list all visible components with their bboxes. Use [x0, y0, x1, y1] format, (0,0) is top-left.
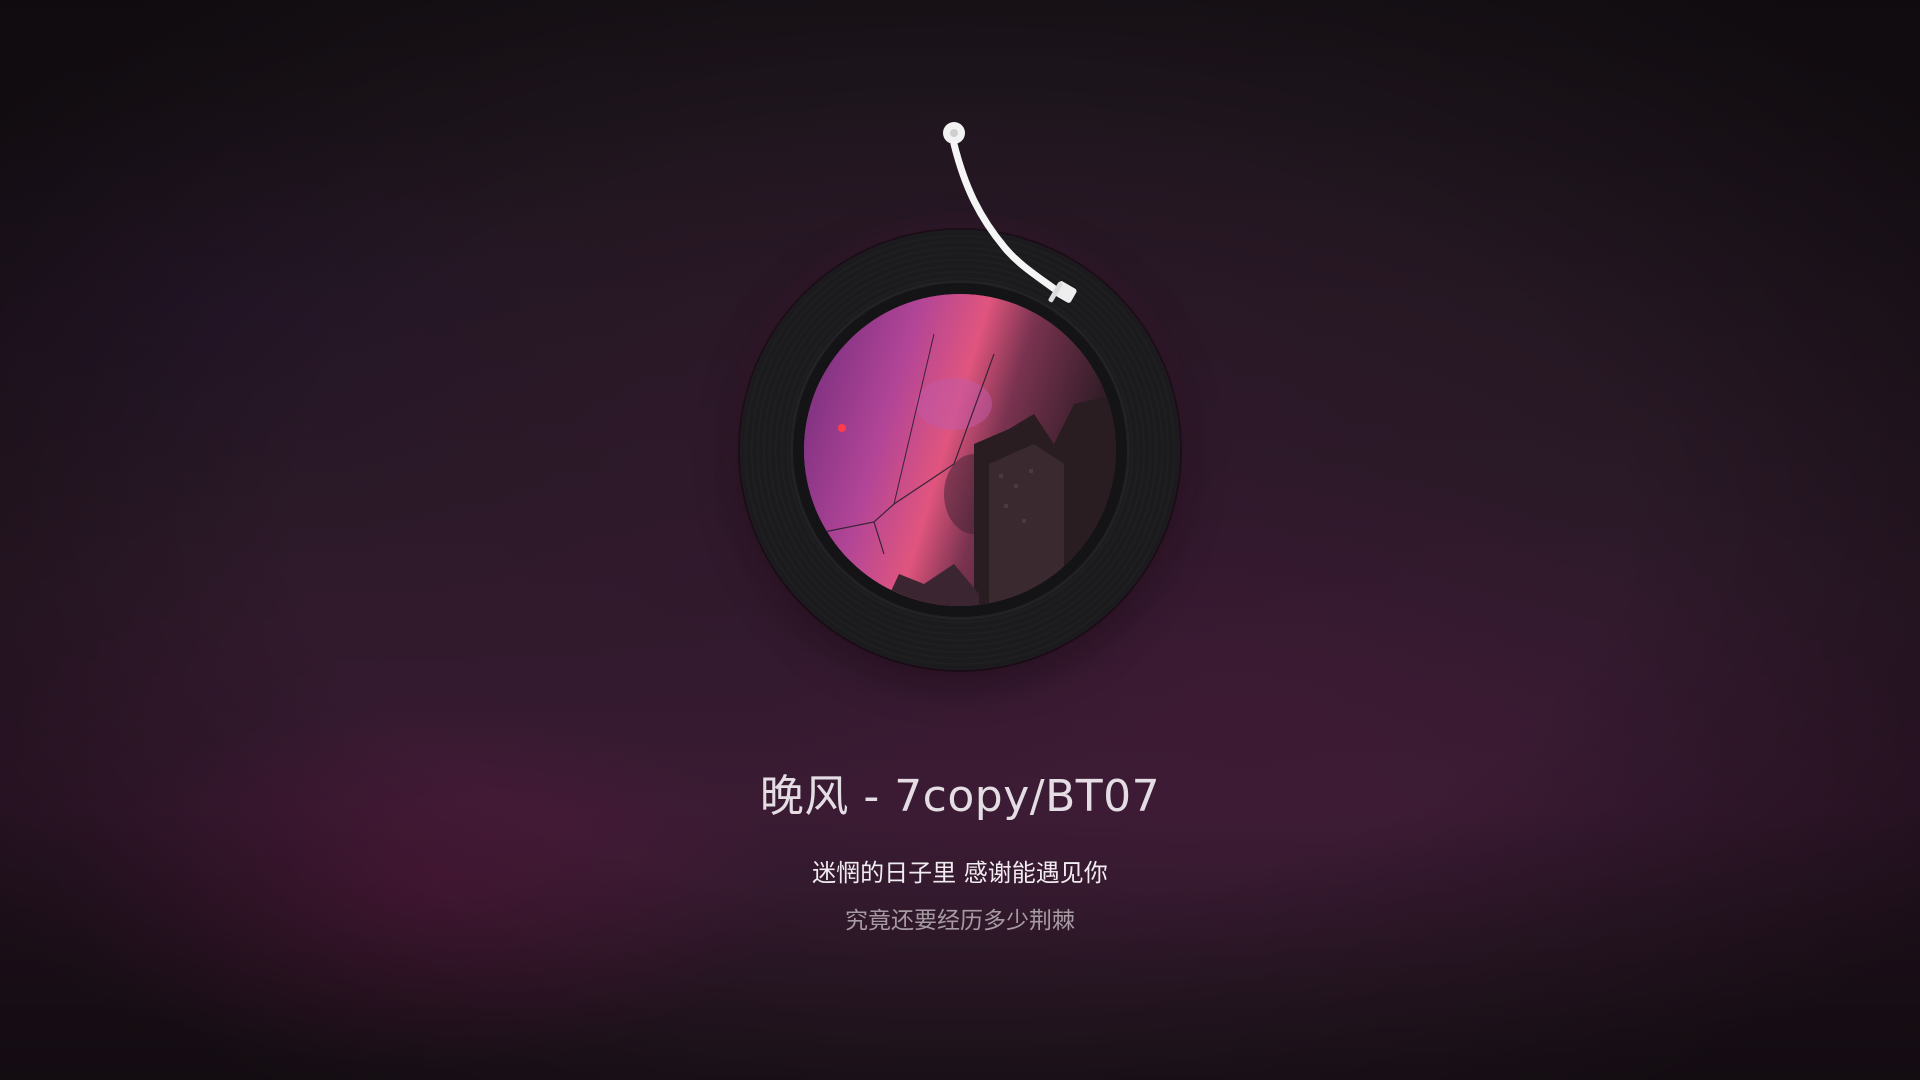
song-title: 晚风 - 7copy/BT07: [759, 771, 1161, 822]
lyric-current-line: 迷惘的日子里 感谢能遇见你: [812, 859, 1108, 887]
tonearm-icon[interactable]: [935, 118, 1095, 318]
lyric-next-line: 究竟还要经历多少荆棘: [845, 908, 1075, 934]
album-cover: [804, 294, 1116, 606]
album-cover-art: [804, 294, 1116, 606]
